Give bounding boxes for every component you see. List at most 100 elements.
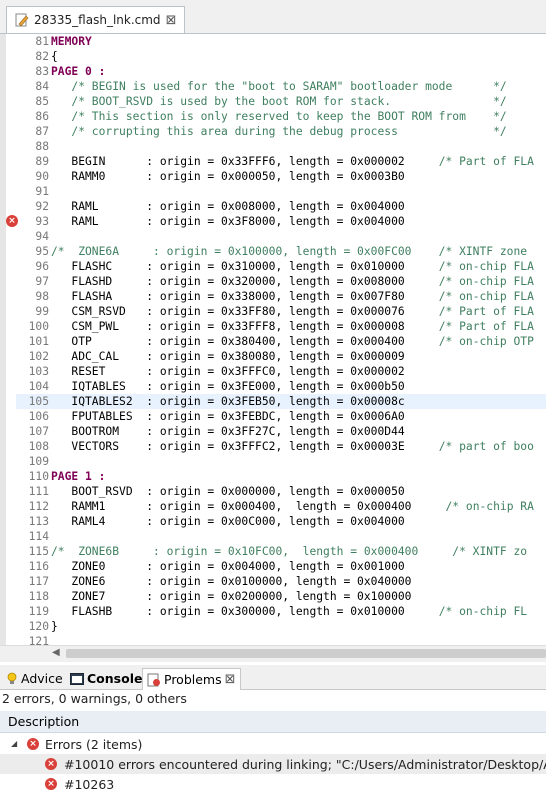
line-number: 115 xyxy=(28,545,49,558)
code-text: FLASHA : origin = 0x338000, length = 0x0… xyxy=(51,290,439,303)
code-text: OTP : origin = 0x380400, length = 0x0004… xyxy=(51,335,439,348)
code-line[interactable]: 112 RAMM1 : origin = 0x000400, length = … xyxy=(16,499,546,514)
code-line[interactable]: 116 ZONE0 : origin = 0x004000, length = … xyxy=(16,559,546,574)
code-line[interactable]: 98 FLASHA : origin = 0x338000, length = … xyxy=(16,289,546,304)
code-comment: /* on-chip FLA xyxy=(438,290,534,303)
code-lines: 81 MEMORY 82{83 PAGE 0 :84 /* BEGIN is used… xyxy=(6,34,546,645)
error-icon: × xyxy=(45,778,57,790)
code-line[interactable]: 102 ADC_CAL : origin = 0x380080, length … xyxy=(16,349,546,364)
code-line[interactable]: 83 PAGE 0 : xyxy=(16,64,546,79)
scrollbar-thumb[interactable] xyxy=(66,649,546,658)
code-line[interactable]: 86 /* This section is only reserved to k… xyxy=(16,109,546,124)
lightbulb-icon xyxy=(7,672,17,684)
code-comment: /* on-chip FL xyxy=(438,605,528,618)
error-message-1: #10010 errors encountered during linking… xyxy=(64,757,546,772)
code-line[interactable]: 114 xyxy=(16,529,546,544)
code-comment: /* Part of FLA xyxy=(438,320,534,333)
collapse-triangle-icon[interactable]: ◢ xyxy=(11,739,17,748)
code-line[interactable]: 88 xyxy=(16,139,546,154)
line-number: 107 xyxy=(28,425,49,438)
code-text: FLASHD : origin = 0x320000, length = 0x0… xyxy=(51,275,439,288)
code-line[interactable]: 90 RAMM0 : origin = 0x000050, length = 0… xyxy=(16,169,546,184)
line-number: 86 xyxy=(35,110,49,123)
code-line[interactable]: 87 /* corrupting this area during the de… xyxy=(16,124,546,139)
code-line[interactable]: 113 RAML4 : origin = 0x00C000, length = … xyxy=(16,514,546,529)
line-number: 108 xyxy=(28,440,49,453)
code-line[interactable]: 101 OTP : origin = 0x380400, length = 0x… xyxy=(16,334,546,349)
code-comment: /* on-chip FLA xyxy=(438,275,534,288)
error-row-1[interactable]: × #10010 errors encountered during linki… xyxy=(0,754,546,774)
code-line[interactable]: 89 BEGIN : origin = 0x33FFF6, length = 0… xyxy=(16,154,546,169)
line-number: 95 xyxy=(35,245,49,258)
error-row-2[interactable]: × #10263 xyxy=(0,774,546,794)
code-line[interactable]: 95/* ZONE6A : origin = 0x100000, length … xyxy=(16,244,546,259)
scroll-left-icon[interactable]: ◀ xyxy=(52,647,60,658)
code-line[interactable]: 100 CSM_PWL : origin = 0x33FFF8, length … xyxy=(16,319,546,334)
line-number: 84 xyxy=(35,80,49,93)
error-icon: × xyxy=(27,738,39,750)
problems-summary: 2 errors, 0 warnings, 0 others xyxy=(2,691,187,706)
code-line[interactable]: 97 FLASHD : origin = 0x320000, length = … xyxy=(16,274,546,289)
code-line[interactable]: 117 ZONE6 : origin = 0x0100000, length =… xyxy=(16,574,546,589)
code-line[interactable]: 81 MEMORY xyxy=(16,34,546,49)
code-text: RAMM1 : origin = 0x000400, length = 0x00… xyxy=(51,500,446,513)
line-number: 116 xyxy=(28,560,49,573)
line-number: 94 xyxy=(35,230,49,243)
code-line[interactable]: 106 FPUTABLES : origin = 0x3FEBDC, lengt… xyxy=(16,409,546,424)
code-line[interactable]: 85 /* BOOT_RSVD is used by the boot ROM … xyxy=(16,94,546,109)
code-line[interactable]: 119 FLASHB : origin = 0x300000, length =… xyxy=(16,604,546,619)
line-number: 102 xyxy=(28,350,49,363)
code-line[interactable]: 110 PAGE 1 : xyxy=(16,469,546,484)
close-tab-icon[interactable]: ⊠ xyxy=(166,14,177,27)
line-number: 98 xyxy=(35,290,49,303)
code-line[interactable]: 107 BOOTROM : origin = 0x3FF27C, length … xyxy=(16,424,546,439)
code-line[interactable]: 121 xyxy=(16,634,546,645)
code-line[interactable]: 104 IQTABLES : origin = 0x3FE000, length… xyxy=(16,379,546,394)
code-text: BOOTROM : origin = 0x3FF27C, length = 0x… xyxy=(51,425,405,438)
tab-advice[interactable]: Advice xyxy=(2,668,67,689)
code-line[interactable]: 84 /* BEGIN is used for the "boot to SAR… xyxy=(16,79,546,94)
code-editor[interactable]: 81 MEMORY 82{83 PAGE 0 :84 /* BEGIN is used… xyxy=(0,34,546,645)
code-text: PAGE 0 : xyxy=(51,65,106,78)
description-column-header[interactable]: Description xyxy=(0,711,546,733)
code-line[interactable]: 108 VECTORS : origin = 0x3FFFC2, length … xyxy=(16,439,546,454)
line-number: 96 xyxy=(35,260,49,273)
error-marker-icon[interactable]: × xyxy=(6,215,18,227)
code-line[interactable]: 120} xyxy=(16,619,546,634)
code-text: RAML4 : origin = 0x00C000, length = 0x00… xyxy=(51,515,405,528)
errors-group-row[interactable]: ◢ × Errors (2 items) xyxy=(0,734,546,754)
line-number: 90 xyxy=(35,170,49,183)
code-line[interactable]: 109 xyxy=(16,454,546,469)
code-line[interactable]: 91 xyxy=(16,184,546,199)
tab-console[interactable]: Console xyxy=(66,668,146,689)
line-number: 118 xyxy=(28,590,49,603)
code-text: ADC_CAL : origin = 0x380080, length = 0x… xyxy=(51,350,405,363)
code-line[interactable]: 103 RESET : origin = 0x3FFFC0, length = … xyxy=(16,364,546,379)
code-text: RAMM0 : origin = 0x000050, length = 0x00… xyxy=(51,170,405,183)
close-problems-icon[interactable]: ⊠ xyxy=(225,673,236,686)
code-line[interactable]: 82{ xyxy=(16,49,546,64)
code-line[interactable]: 96 FLASHC : origin = 0x310000, length = … xyxy=(16,259,546,274)
line-number: 100 xyxy=(28,320,49,333)
code-line[interactable]: 94 xyxy=(16,229,546,244)
horizontal-scrollbar[interactable]: ◀ xyxy=(0,645,546,662)
editor-tab[interactable]: 28335_flash_lnk.cmd ⊠ xyxy=(6,6,186,33)
tab-problems[interactable]: Problems ⊠ xyxy=(142,668,241,690)
code-text: /* ZONE6B : origin = 0x10FC00, length = … xyxy=(51,545,528,558)
code-line[interactable]: 111 BOOT_RSVD : origin = 0x000000, lengt… xyxy=(16,484,546,499)
line-number: 111 xyxy=(28,485,49,498)
code-line[interactable]: 105 IQTABLES2 : origin = 0x3FEB50, lengt… xyxy=(16,394,546,409)
code-text: /* This section is only reserved to keep… xyxy=(51,110,507,123)
code-text: /* BEGIN is used for the "boot to SARAM"… xyxy=(51,80,507,93)
code-text: FPUTABLES : origin = 0x3FEBDC, length = … xyxy=(51,410,405,423)
code-line[interactable]: 99 CSM_RSVD : origin = 0x33FF80, length … xyxy=(16,304,546,319)
code-line[interactable]: 92 RAML : origin = 0x008000, length = 0x… xyxy=(16,199,546,214)
code-line[interactable]: 118 ZONE7 : origin = 0x0200000, length =… xyxy=(16,589,546,604)
code-text: FLASHB : origin = 0x300000, length = 0x0… xyxy=(51,605,439,618)
code-line[interactable]: 115/* ZONE6B : origin = 0x10FC00, length… xyxy=(16,544,546,559)
code-line[interactable]: × 93 RAML : origin = 0x3F8000, length = 0… xyxy=(6,214,546,229)
line-number: 87 xyxy=(35,125,49,138)
line-number: 92 xyxy=(35,200,49,213)
code-text: /* BOOT_RSVD is used by the boot ROM for… xyxy=(51,95,507,108)
code-text: RAML : origin = 0x008000, length = 0x004… xyxy=(51,200,405,213)
